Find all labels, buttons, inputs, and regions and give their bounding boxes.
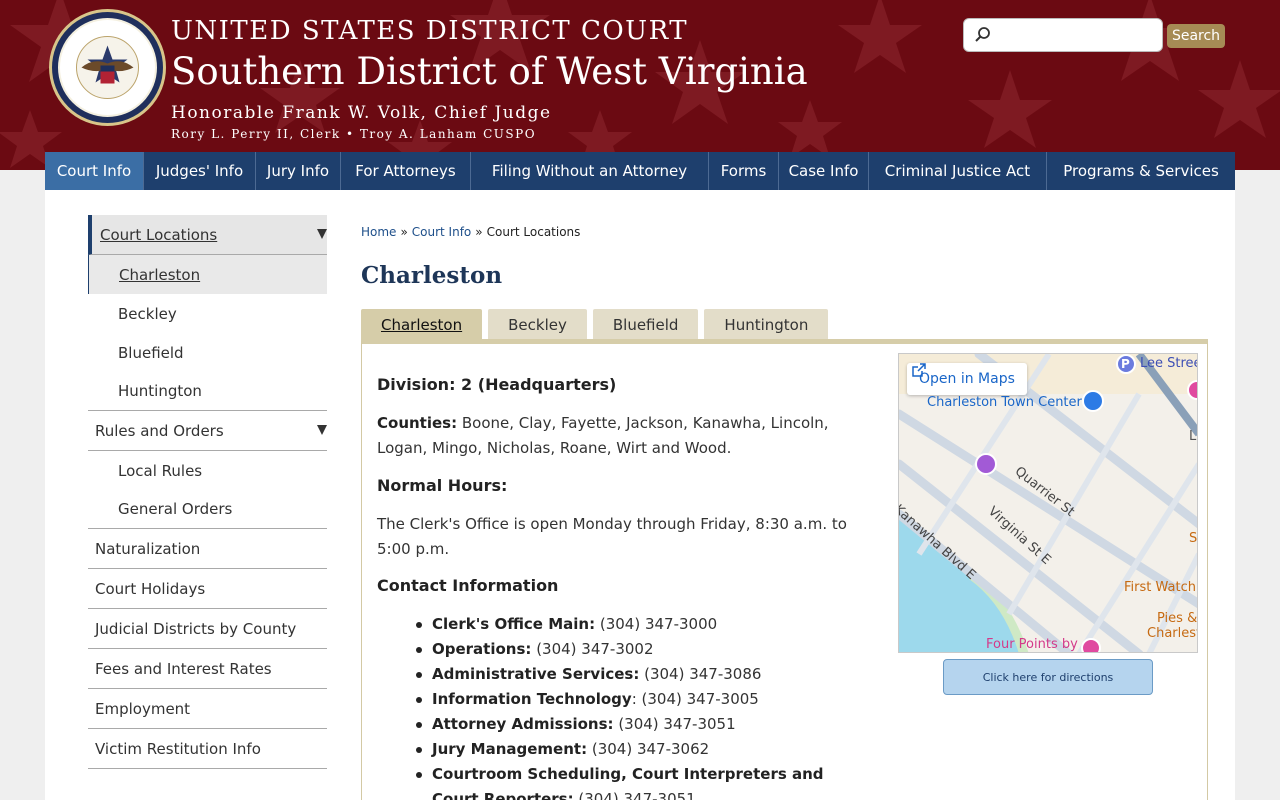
open-maps-label: Open in Maps [919,371,1015,387]
breadcrumb-court-info[interactable]: Court Info [412,225,472,239]
breadcrumb-separator: » [475,225,483,239]
sidebar-item-label: Rules and Orders [95,421,224,440]
division-label: Division: [377,375,456,394]
chief-judge: Honorable Frank W. Volk, Chief Judge [171,103,552,123]
list-item: Attorney Admissions: (304) 347-3051 [416,712,852,737]
sidebar-item-employment[interactable]: Employment [88,689,327,729]
page-title: Charleston [361,262,503,289]
list-item: Jury Management: (304) 347-3062 [416,737,852,762]
caret-down-icon[interactable] [317,425,327,435]
contact-label: Operations: [432,640,532,658]
contact-heading: Contact Information [377,576,559,595]
sidebar-item-charleston[interactable]: Charleston [88,255,327,294]
map-pin-music [975,453,997,475]
caret-down-icon[interactable] [317,229,327,239]
contact-phone: (304) 347-3086 [644,665,762,683]
nav-jury-info[interactable]: Jury Info [256,152,341,190]
sidebar-item-naturalization[interactable]: Naturalization [88,529,327,569]
map-label-l: L [1189,429,1197,444]
directions-button[interactable]: Click here for directions [943,659,1153,695]
map-label-lee-street: Lee Stree [1140,356,1198,371]
sidebar-item-fees[interactable]: Fees and Interest Rates [88,649,327,689]
search-icon [975,27,990,42]
contact-phone: : (304) 347-3005 [631,690,759,708]
nav-case-info[interactable]: Case Info [779,152,869,190]
counties: Counties: Boone, Clay, Fayette, Jackson,… [377,411,857,461]
contact-phone: (304) 347-3002 [536,640,654,658]
breadcrumb-separator: » [400,225,408,239]
tab-huntington[interactable]: Huntington [704,309,829,340]
nav-for-attorneys[interactable]: For Attorneys [341,152,471,190]
court-seal [49,9,166,126]
sidebar-item-general-orders[interactable]: General Orders [88,490,327,529]
nav-court-info[interactable]: Court Info [45,152,144,190]
contact-phone: (304) 347-3051 [618,715,736,733]
external-link-icon [912,363,926,377]
sidebar-item-label: Court Locations [100,225,218,244]
map-label-pies: Pies & [1157,611,1198,626]
sidebar-item-judicial-districts[interactable]: Judicial Districts by County [88,609,327,649]
list-item: Courtroom Scheduling, Court Interpreters… [416,762,852,800]
site-header: UNITED STATES DISTRICT COURT Southern Di… [0,0,1280,170]
list-item: Operations: (304) 347-3002 [416,637,852,662]
sidebar-item-beckley[interactable]: Beckley [88,294,327,333]
search-box [963,18,1163,52]
map-label-first-watch: First Watch [1124,580,1196,595]
map-label-charlest: Charlest [1147,626,1198,641]
tab-beckley[interactable]: Beckley [488,309,587,340]
court-name-line: UNITED STATES DISTRICT COURT [171,16,689,46]
list-item: Information Technology: (304) 347-3005 [416,687,852,712]
sidebar-item-court-locations[interactable]: Court Locations [88,215,327,255]
contact-label: Clerk's Office Main: [432,615,596,633]
location-tabs: Charleston Beckley Bluefield Huntington [361,309,834,340]
tab-charleston[interactable]: Charleston [361,309,483,340]
contact-label: Information Technology [432,690,632,708]
map-label-town-center: Charleston Town Center [927,395,1082,410]
district-name: Southern District of West Virginia [171,50,808,93]
division-value: 2 (Headquarters) [461,375,617,394]
map-label-four-points: Four Points by [986,637,1078,652]
nav-forms[interactable]: Forms [709,152,779,190]
sidebar-item-rules-orders[interactable]: Rules and Orders [88,411,327,451]
list-item: Administrative Services: (304) 347-3086 [416,662,852,687]
nav-criminal-justice-act[interactable]: Criminal Justice Act [869,152,1047,190]
sidebar-item-victim-restitution[interactable]: Victim Restitution Info [88,729,327,769]
contact-phone: (304) 347-3000 [599,615,718,633]
contact-label: Attorney Admissions: [432,715,614,733]
main-nav: Court Info Judges' Info Jury Info For At… [45,152,1235,190]
tab-bluefield[interactable]: Bluefield [592,309,699,340]
hours-heading: Normal Hours: [377,476,508,495]
contact-phone: (304) 347-3062 [591,740,710,758]
sidebar-item-huntington[interactable]: Huntington [88,372,327,411]
location-map[interactable]: Open in Maps Charleston Town Center P Le… [898,353,1198,653]
breadcrumb-home[interactable]: Home [361,225,396,239]
search-input[interactable] [998,23,1158,47]
nav-judges-info[interactable]: Judges' Info [144,152,256,190]
contact-label: Jury Management: [432,740,588,758]
sidebar-item-local-rules[interactable]: Local Rules [88,451,327,490]
breadcrumb-current: Court Locations [486,225,581,239]
map-label-s: S [1189,531,1198,546]
map-pin-shopping [1082,390,1104,412]
sidebar-item-court-holidays[interactable]: Court Holidays [88,569,327,609]
clerk-line: Rory L. Perry II, Clerk • Troy A. Lanham… [171,127,537,141]
parking-icon: P [1121,357,1130,371]
contact-label: Administrative Services: [432,665,640,683]
breadcrumb: Home» Court Info» Court Locations [361,225,580,239]
division: Division: 2 (Headquarters) [377,375,616,394]
sidebar: Court Locations Charleston Beckley Bluef… [88,215,327,769]
nav-filing-without-attorney[interactable]: Filing Without an Attorney [471,152,709,190]
search-button[interactable]: Search [1167,24,1225,48]
contact-phone: (304) 347-3051 [578,790,696,800]
hours-text: The Clerk's Office is open Monday throug… [377,515,847,558]
list-item: Clerk's Office Main: (304) 347-3000 [416,612,852,637]
open-in-maps-button[interactable]: Open in Maps [907,363,1027,395]
sidebar-item-bluefield[interactable]: Bluefield [88,333,327,372]
nav-programs-services[interactable]: Programs & Services [1047,152,1235,190]
contact-list: Clerk's Office Main: (304) 347-3000 Oper… [416,612,852,800]
counties-label: Counties: [377,414,458,432]
